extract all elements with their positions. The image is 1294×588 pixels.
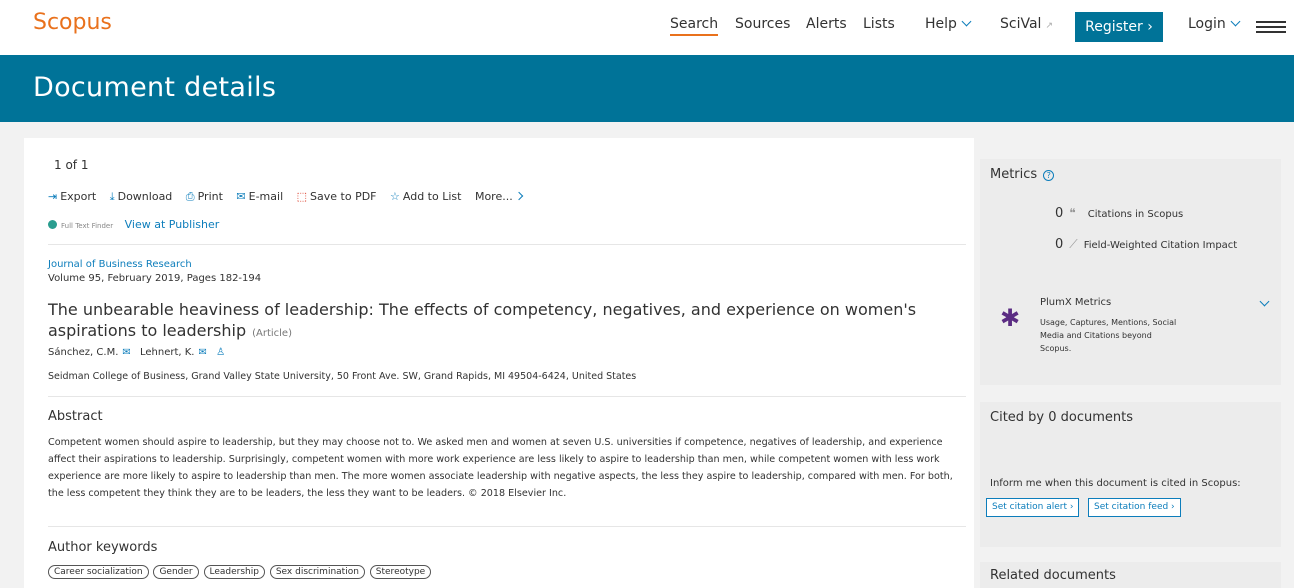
mail-icon[interactable]: ✉ (122, 347, 130, 358)
citations-metric[interactable]: 0 ❝ Citations in Scopus (1055, 206, 1183, 221)
full-text-finder-link[interactable]: Full Text Finder (61, 222, 113, 230)
full-text-links: Full Text Finder View at Publisher (48, 218, 219, 231)
export-icon: ⇥ (48, 190, 58, 203)
related-documents-panel: Related documents (980, 562, 1281, 588)
nav-alerts[interactable]: Alerts (806, 16, 847, 32)
help-icon[interactable]: ? (1043, 170, 1055, 181)
email-label: E-mail (248, 190, 284, 203)
export-label: Export (60, 190, 97, 203)
export-button[interactable]: ⇥ Export (48, 190, 96, 203)
fwci-count: 0 (1055, 237, 1064, 252)
nav-sources[interactable]: Sources (735, 16, 790, 32)
related-documents-heading: Related documents (990, 568, 1116, 583)
document-title-text: The unbearable heaviness of leadership: … (48, 300, 917, 340)
journal-link[interactable]: Journal of Business Research (48, 259, 192, 270)
divider (48, 244, 966, 245)
cited-by-panel: Cited by 0 documents Inform me when this… (980, 402, 1281, 547)
document-toolbar: ⇥ Export ⤓ Download ⎙ Print ✉ E-mail ⬚ Save t… (48, 190, 532, 204)
citations-label: Citations in Scopus (1087, 209, 1184, 220)
document-type: (Article) (252, 328, 292, 339)
divider (48, 396, 966, 397)
set-citation-feed-button[interactable]: Set citation feed › (1088, 498, 1181, 517)
metrics-panel: Metrics? 0 ❝ Citations in Scopus 0 ⟋ Field-W… (980, 159, 1281, 385)
download-label: Download (117, 190, 173, 203)
top-navigation: Scopus Search Sources Alerts Lists Help … (0, 0, 1294, 55)
page-banner: Document details (0, 55, 1294, 122)
nav-help-label: Help (925, 16, 957, 32)
view-at-publisher-link[interactable]: View at Publisher (125, 218, 220, 231)
keyword-tag[interactable]: Sex discrimination (269, 565, 365, 579)
person-icon[interactable]: ♙ (216, 347, 225, 358)
download-button[interactable]: ⤓ Download (110, 190, 173, 204)
email-button[interactable]: ✉ E-mail (236, 190, 283, 203)
chevron-right-icon (514, 191, 523, 201)
divider (48, 526, 966, 527)
add-to-list-label: Add to List (402, 190, 462, 203)
result-pager: 1 of 1 (54, 158, 89, 172)
document-title: The unbearable heaviness of leadership: … (48, 299, 958, 344)
nav-login[interactable]: Login (1188, 16, 1241, 32)
plumx-description: Usage, Captures, Mentions, Social Media … (1040, 318, 1177, 353)
author-name[interactable]: Sánchez, C.M. (48, 347, 118, 358)
metrics-heading: Metrics? (990, 167, 1055, 182)
full-text-finder-icon (48, 220, 57, 229)
add-to-list-button[interactable]: ☆ Add to List (390, 190, 461, 203)
gauge-icon: ⟋ (1069, 237, 1078, 251)
nav-scival-label: SciVal (1000, 16, 1042, 32)
nav-scival[interactable]: SciVal ↗ (1000, 16, 1053, 32)
print-label: Print (197, 190, 223, 203)
chevron-down-icon (1230, 16, 1241, 27)
star-icon: ☆ (390, 190, 400, 203)
chevron-down-icon (961, 16, 972, 27)
more-label: More... (474, 190, 513, 203)
print-button[interactable]: ⎙ Print (186, 190, 223, 204)
plumx-title[interactable]: PlumX Metrics (1040, 297, 1111, 308)
keyword-tag[interactable]: Stereotype (369, 565, 432, 579)
document-panel: 1 of 1 ⇥ Export ⤓ Download ⎙ Print ✉ E-mail … (24, 138, 974, 588)
author-list: Sánchez, C.M. ✉ Lehnert, K. ✉ ♙ (48, 347, 225, 358)
set-citation-alert-button[interactable]: Set citation alert › (986, 498, 1080, 517)
metrics-heading-label: Metrics (990, 167, 1038, 182)
keyword-tag[interactable]: Career socialization (48, 565, 149, 579)
affiliation: Seidman College of Business, Grand Valle… (48, 371, 637, 382)
volume-info: Volume 95, February 2019, Pages 182-194 (48, 273, 262, 284)
citations-count: 0 (1055, 206, 1064, 221)
citation-inform-text: Inform me when this document is cited in… (990, 478, 1241, 489)
register-label: Register (1085, 19, 1143, 35)
pdf-icon: ⬚ (296, 190, 308, 203)
mail-icon[interactable]: ✉ (198, 347, 206, 358)
chevron-right-icon: › (1147, 19, 1153, 35)
keyword-tag[interactable]: Leadership (203, 565, 265, 579)
more-button[interactable]: More... (474, 190, 523, 203)
keywords-heading: Author keywords (48, 540, 158, 555)
save-pdf-button[interactable]: ⬚ Save to PDF (297, 190, 377, 203)
abstract-heading: Abstract (48, 409, 103, 424)
quote-icon: ❝ (1069, 206, 1076, 220)
save-pdf-label: Save to PDF (310, 190, 377, 203)
nav-search[interactable]: Search (670, 16, 719, 36)
chevron-down-icon[interactable] (1259, 296, 1270, 307)
scopus-logo[interactable]: Scopus (33, 10, 112, 35)
fwci-label: Field-Weighted Citation Impact (1083, 240, 1238, 251)
page-title: Document details (33, 72, 277, 103)
author-name[interactable]: Lehnert, K. (140, 347, 195, 358)
abstract-text: Competent women should aspire to leaders… (48, 437, 953, 499)
nav-help[interactable]: Help (925, 16, 972, 32)
cited-by-heading: Cited by 0 documents (990, 410, 1134, 425)
plumx-icon: ✱ (1000, 304, 1021, 332)
external-link-icon: ↗ (1045, 21, 1053, 31)
fwci-metric[interactable]: 0 ⟋ Field-Weighted Citation Impact (1055, 237, 1237, 252)
register-button[interactable]: Register › (1075, 12, 1163, 42)
print-icon: ⎙ (185, 190, 195, 203)
keyword-list: Career socialization Gender Leadership S… (48, 565, 433, 579)
nav-lists[interactable]: Lists (863, 16, 895, 32)
download-icon: ⤓ (109, 190, 115, 203)
hamburger-menu-icon[interactable] (1256, 21, 1286, 33)
mail-icon: ✉ (236, 190, 246, 203)
nav-login-label: Login (1188, 16, 1226, 32)
keyword-tag[interactable]: Gender (153, 565, 199, 579)
